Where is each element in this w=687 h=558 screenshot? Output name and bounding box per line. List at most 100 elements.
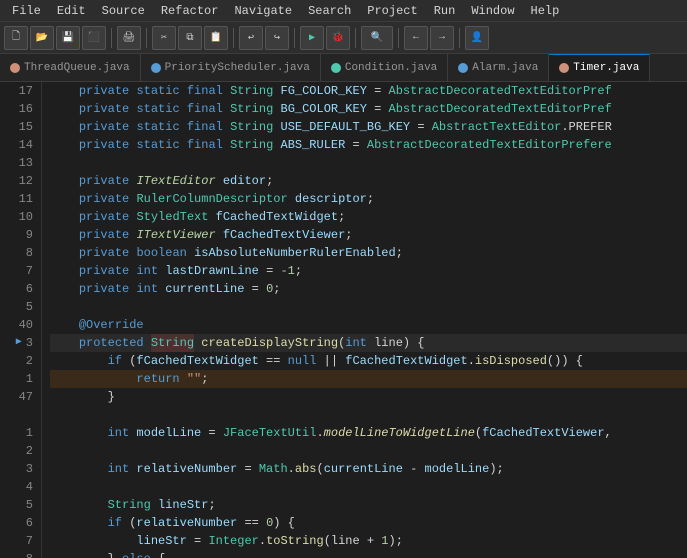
code-line-14: private static final String ABS_RULER = … — [50, 136, 687, 154]
line-num-8: 8 — [4, 244, 33, 262]
tab-label-priority-scheduler: PriorityScheduler.java — [165, 62, 310, 74]
code-line-9: private ITextViewer fCachedTextViewer; — [50, 226, 687, 244]
line-num-10: 10 — [4, 208, 33, 226]
line-num-13: 13 — [4, 154, 33, 172]
tab-thread-queue[interactable]: ThreadQueue.java — [0, 54, 141, 81]
menu-project[interactable]: Project — [359, 2, 425, 20]
toolbar-cut-btn[interactable]: ✂ — [152, 26, 176, 50]
tab-priority-scheduler[interactable]: PriorityScheduler.java — [141, 54, 321, 81]
toolbar-debug-btn[interactable]: 🐞 — [326, 26, 350, 50]
line-num-16: 16 — [4, 100, 33, 118]
code-line-11: private RulerColumnDescriptor descriptor… — [50, 190, 687, 208]
code-line-6: private int currentLine = 0; — [50, 280, 687, 298]
code-line-lineStr-assign1: lineStr = Integer.toString(line + 1); — [50, 532, 687, 550]
menu-navigate[interactable]: Navigate — [226, 2, 300, 20]
toolbar-nav1-btn[interactable]: ← — [404, 26, 428, 50]
menu-help[interactable]: Help — [523, 2, 568, 20]
line-num-9: 9 — [4, 226, 33, 244]
line-num-6b: 6 — [4, 514, 33, 532]
line-num-3a: ▶ 3 — [4, 334, 33, 352]
menu-edit[interactable]: Edit — [49, 2, 94, 20]
code-line-8: private boolean isAbsoluteNumberRulerEna… — [50, 244, 687, 262]
line-num-2a: 2 — [4, 352, 33, 370]
tab-label-condition: Condition.java — [345, 62, 437, 74]
line-num-2b: 2 — [4, 442, 33, 460]
tab-icon-condition — [331, 63, 341, 73]
toolbar-sep-7 — [459, 28, 460, 48]
toolbar-undo-btn[interactable]: ↩ — [239, 26, 263, 50]
toolbar-saveall-btn[interactable]: ⬛ — [82, 26, 106, 50]
toolbar-redo-btn[interactable]: ↪ — [265, 26, 289, 50]
toolbar-paste-btn[interactable]: 📋 — [204, 26, 228, 50]
tab-label-thread-queue: ThreadQueue.java — [24, 62, 130, 74]
toolbar-open-btn[interactable]: 📂 — [30, 26, 54, 50]
line-num-4b: 4 — [4, 478, 33, 496]
editor-area: 17 16 15 14 13 12 11 10 9 8 7 6 5 40 ▶ 3… — [0, 82, 687, 558]
code-line-15: private static final String USE_DEFAULT_… — [50, 118, 687, 136]
tab-timer[interactable]: Timer.java — [549, 54, 650, 81]
line-num-47: 47 — [4, 388, 33, 406]
toolbar-sep-1 — [111, 28, 112, 48]
menu-source[interactable]: Source — [94, 2, 153, 20]
code-area[interactable]: private static final String FG_COLOR_KEY… — [42, 82, 687, 558]
line-num-11: 11 — [4, 190, 33, 208]
tab-icon-timer — [559, 63, 569, 73]
code-line-else: } else { — [50, 550, 687, 558]
code-line-3: protected String createDisplayString(int… — [50, 334, 687, 352]
tab-icon-alarm — [458, 63, 468, 73]
toolbar-sep-3 — [233, 28, 234, 48]
code-line-1-return: return ""; — [50, 370, 687, 388]
menu-refactor[interactable]: Refactor — [153, 2, 227, 20]
breakpoint-arrow: ▶ — [16, 334, 22, 352]
code-line-7: private int lastDrawnLine = -1; — [50, 262, 687, 280]
tab-icon-priority-scheduler — [151, 63, 161, 73]
tab-condition[interactable]: Condition.java — [321, 54, 448, 81]
toolbar-profile-btn[interactable]: 👤 — [465, 26, 489, 50]
code-line-40: @Override — [50, 316, 687, 334]
menu-file[interactable]: File — [4, 2, 49, 20]
code-line-12: private ITextEditor editor; — [50, 172, 687, 190]
tab-alarm[interactable]: Alarm.java — [448, 54, 549, 81]
line-num-3b: 3 — [4, 460, 33, 478]
toolbar-sep-2 — [146, 28, 147, 48]
toolbar-save-btn[interactable]: 💾 — [56, 26, 80, 50]
line-num-14: 14 — [4, 136, 33, 154]
toolbar-search-btn[interactable]: 🔍 — [361, 26, 393, 50]
code-line-empty2 — [50, 406, 687, 424]
menu-run[interactable]: Run — [426, 2, 464, 20]
code-line-5 — [50, 298, 687, 316]
toolbar-sep-5 — [355, 28, 356, 48]
toolbar-print-btn[interactable]: 🖨 — [117, 26, 141, 50]
toolbar-run-btn[interactable]: ▶ — [300, 26, 324, 50]
code-line-empty4 — [50, 478, 687, 496]
menu-search[interactable]: Search — [300, 2, 359, 20]
code-line-relativeNumber: int relativeNumber = Math.abs(currentLin… — [50, 460, 687, 478]
line-num-15: 15 — [4, 118, 33, 136]
toolbar: 🗋 📂 💾 ⬛ 🖨 ✂ ⧉ 📋 ↩ ↪ ▶ 🐞 🔍 ← → 👤 — [0, 22, 687, 54]
line-num-7b: 7 — [4, 532, 33, 550]
code-line-17: private static final String FG_COLOR_KEY… — [50, 82, 687, 100]
line-num-5: 5 — [4, 298, 33, 316]
toolbar-copy-btn[interactable]: ⧉ — [178, 26, 202, 50]
code-line-10: private StyledText fCachedTextWidget; — [50, 208, 687, 226]
code-line-modelLine: int modelLine = JFaceTextUtil.modelLineT… — [50, 424, 687, 442]
toolbar-sep-4 — [294, 28, 295, 48]
toolbar-new-btn[interactable]: 🗋 — [4, 26, 28, 50]
code-line-lineStr-decl: String lineStr; — [50, 496, 687, 514]
line-num-17: 17 — [4, 82, 33, 100]
line-num-7: 7 — [4, 262, 33, 280]
tab-label-alarm: Alarm.java — [472, 62, 538, 74]
toolbar-nav2-btn[interactable]: → — [430, 26, 454, 50]
menu-window[interactable]: Window — [463, 2, 522, 20]
line-num-8b: 8 — [4, 550, 33, 558]
code-line-16: private static final String BG_COLOR_KEY… — [50, 100, 687, 118]
code-line-47: } — [50, 388, 687, 406]
line-num-40: 40 — [4, 316, 33, 334]
line-num-12: 12 — [4, 172, 33, 190]
line-num-1a: 1 — [4, 370, 33, 388]
tab-bar: ThreadQueue.java PriorityScheduler.java … — [0, 54, 687, 82]
toolbar-sep-6 — [398, 28, 399, 48]
line-num-6: 6 — [4, 280, 33, 298]
tab-label-timer: Timer.java — [573, 62, 639, 74]
line-num-empty1 — [4, 406, 33, 424]
